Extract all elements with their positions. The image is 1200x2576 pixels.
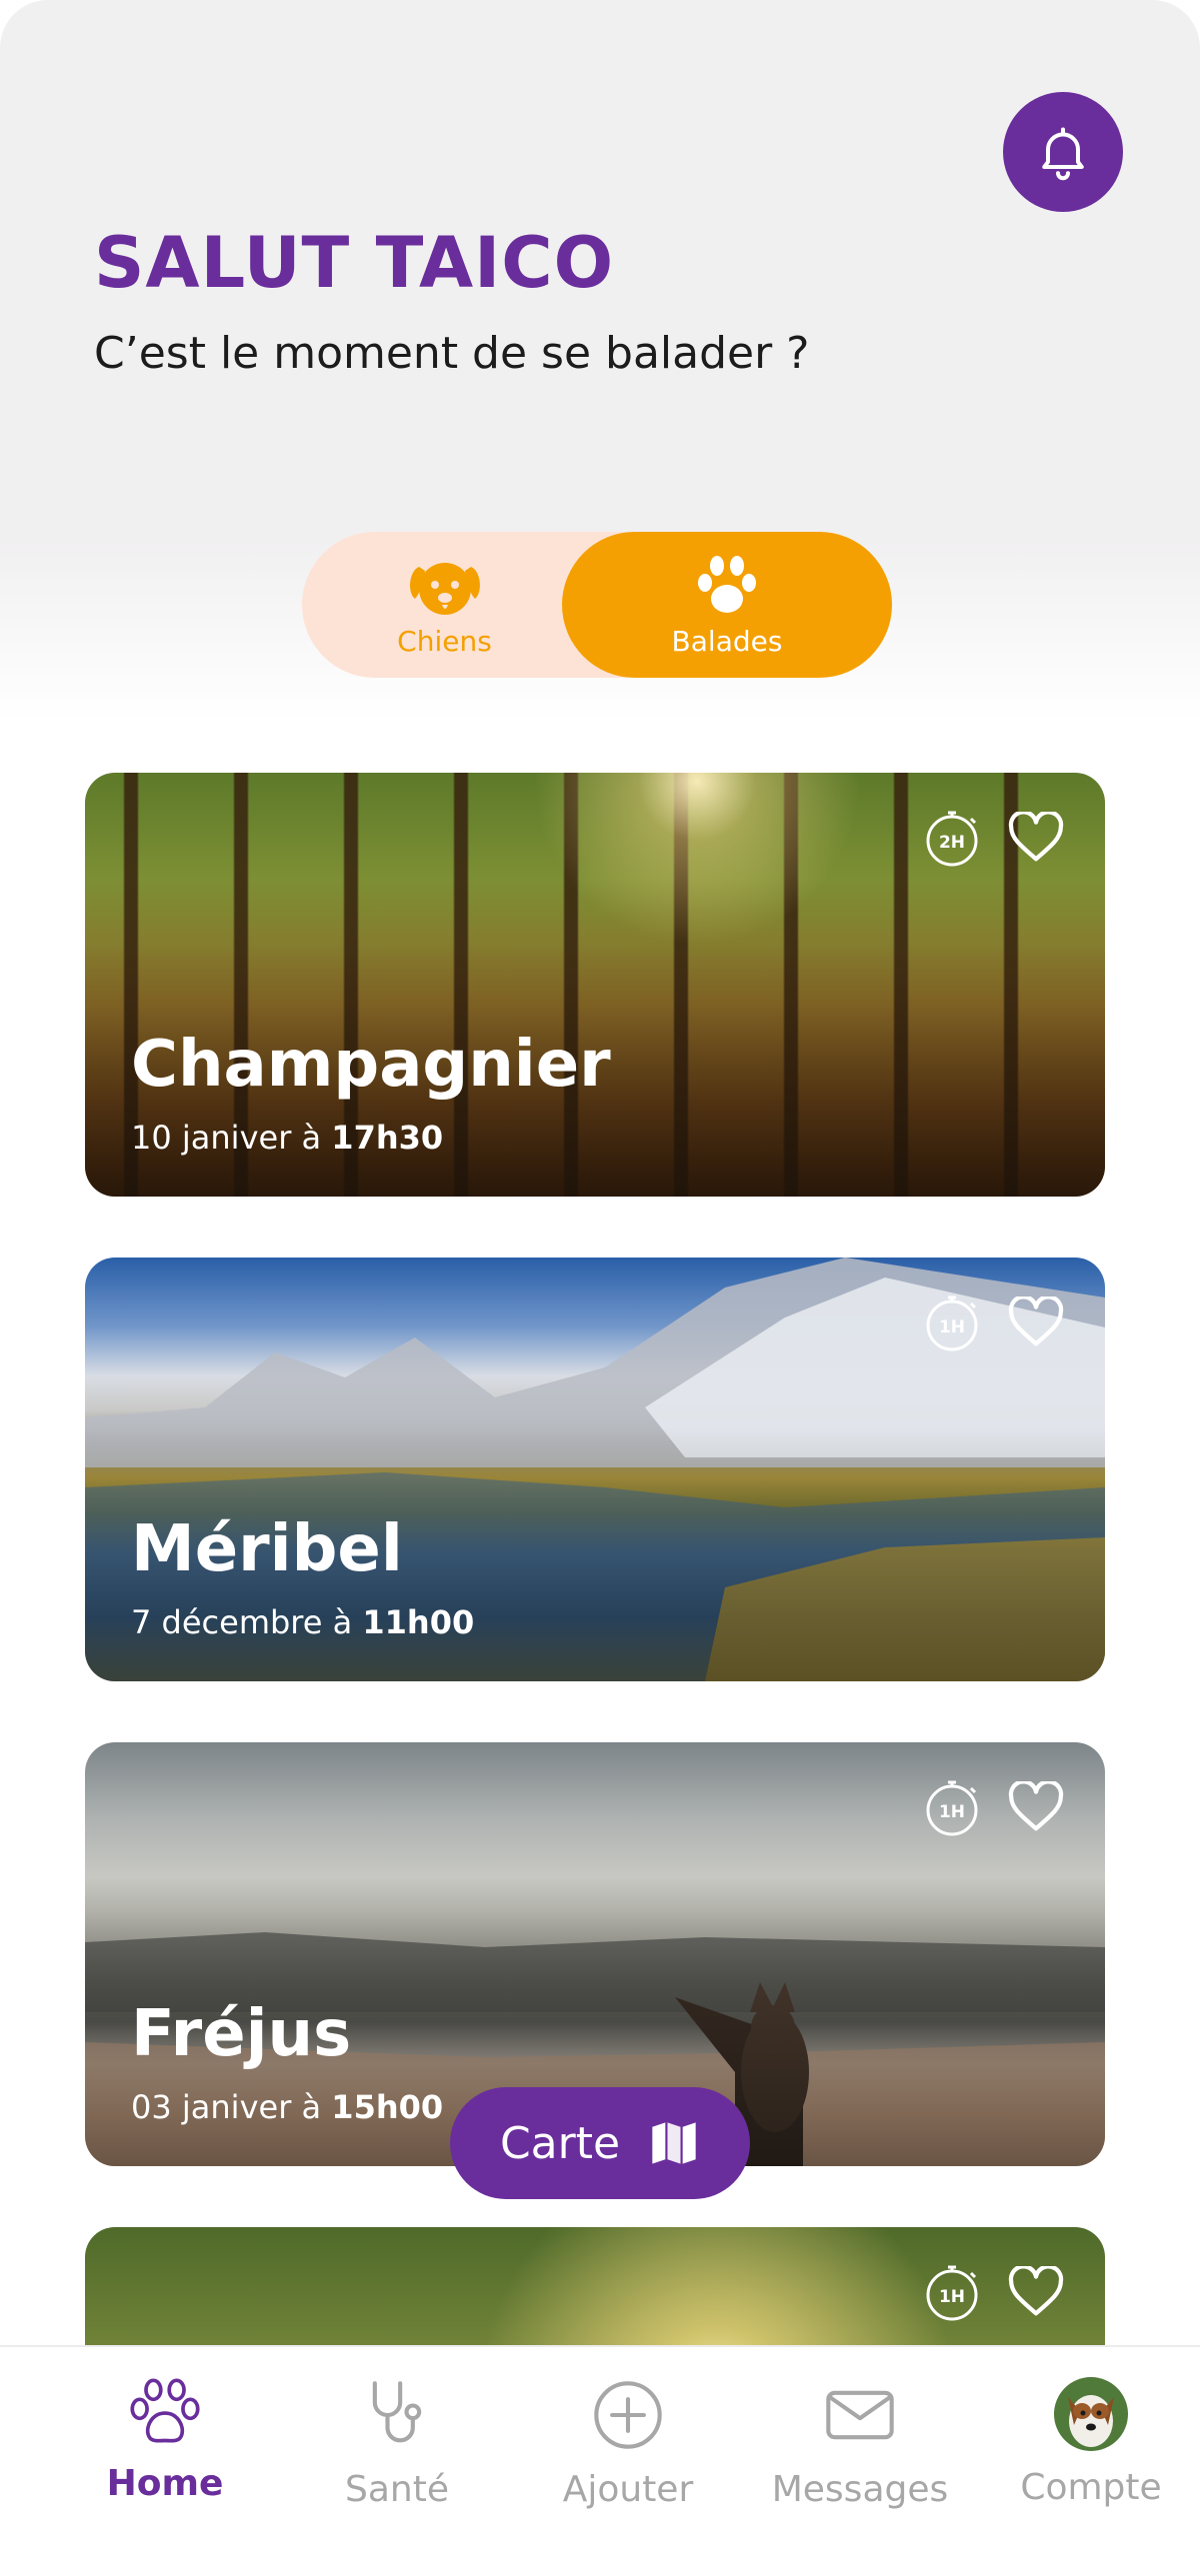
walk-name: Fréjus [131, 1997, 352, 2071]
duration-timer-icon: 1H [926, 1295, 978, 1351]
walk-date-day: 10 janiver à [131, 1119, 332, 1157]
paw-icon [130, 2378, 200, 2443]
duration-timer-icon: 1H [926, 1780, 978, 1836]
view-toggle: Chiens Balades [302, 532, 892, 678]
page-title: SALUT TAICO [94, 222, 615, 304]
walk-card-actions: 2H [921, 807, 1065, 869]
page-subtitle: C’est le moment de se balader ? [94, 328, 810, 379]
duration-timer-icon: 1H [926, 2265, 978, 2321]
tab-compte-label: Compte [1020, 2467, 1162, 2508]
duration-label: 1H [939, 1317, 965, 1337]
stethoscope-icon [372, 2381, 422, 2443]
walk-date: 7 décembre à 11h00 [131, 1603, 474, 1641]
map-button-label: Carte [499, 2117, 621, 2169]
avatar [1054, 2377, 1128, 2451]
walk-card-actions: 1H [921, 1776, 1065, 1838]
bell-icon [1042, 127, 1084, 181]
walk-date-day: 7 décembre à [131, 1603, 363, 1641]
walk-card-actions: 1H [921, 1291, 1065, 1353]
tab-messages-label: Messages [771, 2469, 949, 2510]
toggle-chiens-label: Chiens [397, 624, 492, 658]
toggle-chiens[interactable]: Chiens [302, 532, 587, 678]
walk-card-champagnier[interactable]: 2H Champagnier 10 janiver à 17h30 [85, 773, 1105, 1197]
favorite-heart-icon[interactable] [1007, 1296, 1065, 1348]
walk-date-time: 11h00 [362, 1603, 475, 1641]
walk-date-time: 17h30 [331, 1119, 444, 1157]
home-screen: SALUT TAICO C’est le moment de se balade… [0, 0, 1200, 2576]
favorite-heart-icon[interactable] [1007, 812, 1065, 864]
toggle-balades-label: Balades [671, 624, 783, 658]
bottom-tab-bar: Home Santé Ajouter Messages Compte [0, 2345, 1200, 2576]
plus-circle-icon [594, 2381, 662, 2449]
favorite-heart-icon[interactable] [1007, 1781, 1065, 1833]
tab-sante-label: Santé [345, 2469, 449, 2510]
avatar-icon [1054, 2377, 1128, 2451]
walk-name: Champagnier [131, 1028, 611, 1102]
header: SALUT TAICO C’est le moment de se balade… [0, 0, 1200, 720]
walk-card-actions: 1H [921, 2261, 1065, 2323]
paw-icon [698, 555, 756, 613]
favorite-heart-icon[interactable] [1007, 2266, 1065, 2318]
walk-date: 10 janiver à 17h30 [131, 1119, 443, 1157]
envelope-icon [826, 2390, 894, 2440]
walk-card-meribel[interactable]: 1H Méribel 7 décembre à 11h00 [85, 1258, 1105, 1681]
tab-home[interactable]: Home [45, 2377, 285, 2504]
dog-face-icon [409, 562, 480, 615]
tab-messages[interactable]: Messages [740, 2377, 980, 2510]
duration-label: 2H [939, 833, 965, 853]
notifications-button[interactable] [1003, 92, 1123, 212]
tab-home-label: Home [106, 2463, 224, 2504]
walk-name: Méribel [131, 1512, 403, 1586]
toggle-balades[interactable]: Balades [562, 532, 892, 678]
map-icon [652, 2122, 696, 2164]
duration-label: 1H [939, 2287, 965, 2307]
duration-timer-icon: 2H [926, 811, 978, 867]
map-button[interactable]: Carte [450, 2087, 750, 2199]
tab-sante[interactable]: Santé [277, 2377, 517, 2510]
walk-date: 03 janiver à 15h00 [131, 2088, 443, 2126]
tab-compte[interactable]: Compte [971, 2377, 1200, 2508]
tab-ajouter-label: Ajouter [562, 2469, 694, 2510]
walk-date-time: 15h00 [331, 2088, 444, 2126]
duration-label: 1H [939, 1802, 965, 1822]
tab-ajouter[interactable]: Ajouter [508, 2377, 748, 2510]
walk-date-day: 03 janiver à [131, 2088, 332, 2126]
